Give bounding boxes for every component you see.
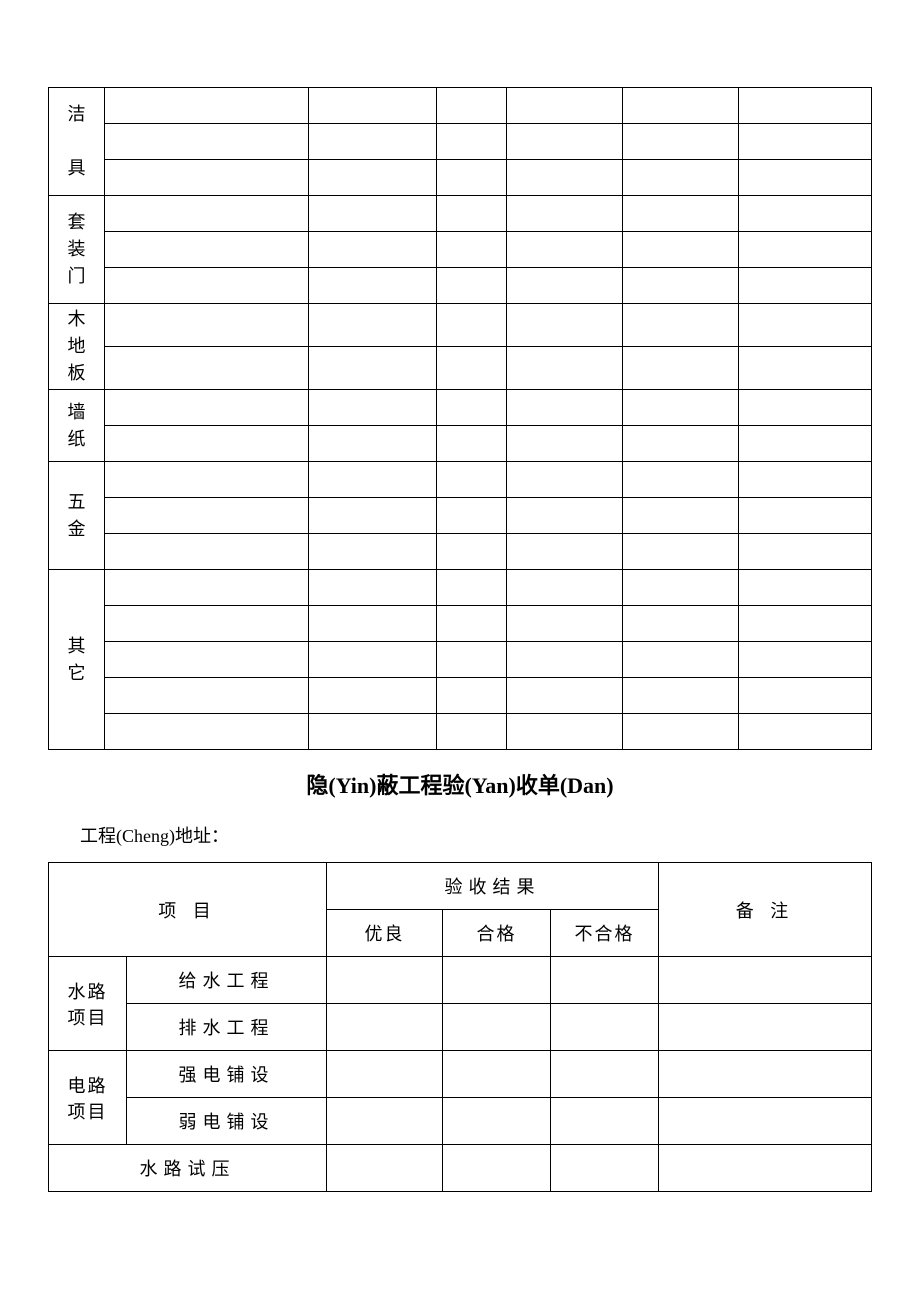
row-label: 洁 具	[49, 88, 105, 196]
row-label: 套装门	[49, 196, 105, 304]
table-row: 洁 具	[49, 88, 872, 124]
col-unqualified: 不合格	[551, 910, 659, 957]
table-row	[49, 678, 872, 714]
col-project: 项 目	[49, 863, 327, 957]
table-row	[49, 714, 872, 750]
table-row	[49, 232, 872, 268]
row-label: 木地板	[49, 304, 105, 390]
table-row: 墙纸	[49, 390, 872, 426]
table-row	[49, 498, 872, 534]
table-row: 五金	[49, 462, 872, 498]
address-label: 工程(Cheng)地址：	[80, 822, 872, 848]
col-note: 备 注	[659, 863, 872, 957]
item-label: 弱电铺设	[127, 1098, 327, 1145]
table-row	[49, 426, 872, 462]
table-row: 排水工程	[49, 1004, 872, 1051]
acceptance-table: 项 目 验收结果 备 注 优良 合格 不合格 水路项目 给水工程 排水工程 电路…	[48, 862, 872, 1192]
table-row	[49, 606, 872, 642]
materials-table: 洁 具 套装门 木地板 墙纸 五金 其它	[48, 87, 872, 750]
col-qualified: 合格	[443, 910, 551, 957]
table-row: 套装门	[49, 196, 872, 232]
table-row: 水路项目 给水工程	[49, 957, 872, 1004]
table-row	[49, 160, 872, 196]
table-row: 弱电铺设	[49, 1098, 872, 1145]
item-label: 水路试压	[49, 1145, 327, 1192]
table-row: 项 目 验收结果 备 注	[49, 863, 872, 910]
col-excellent: 优良	[327, 910, 443, 957]
table-row: 电路项目 强电铺设	[49, 1051, 872, 1098]
item-label: 排水工程	[127, 1004, 327, 1051]
table-row: 木地板	[49, 304, 872, 347]
row-label: 五金	[49, 462, 105, 570]
group-label: 水路项目	[49, 957, 127, 1051]
table-row	[49, 642, 872, 678]
col-result: 验收结果	[327, 863, 659, 910]
item-label: 强电铺设	[127, 1051, 327, 1098]
table-row	[49, 347, 872, 390]
table-row: 其它	[49, 570, 872, 606]
group-label: 电路项目	[49, 1051, 127, 1145]
row-label: 墙纸	[49, 390, 105, 462]
table-row: 水路试压	[49, 1145, 872, 1192]
item-label: 给水工程	[127, 957, 327, 1004]
section-title: 隐(Yin)蔽工程验(Yan)收单(Dan)	[48, 768, 872, 800]
row-label: 其它	[49, 570, 105, 750]
table-row	[49, 534, 872, 570]
table-row	[49, 268, 872, 304]
table-row	[49, 124, 872, 160]
